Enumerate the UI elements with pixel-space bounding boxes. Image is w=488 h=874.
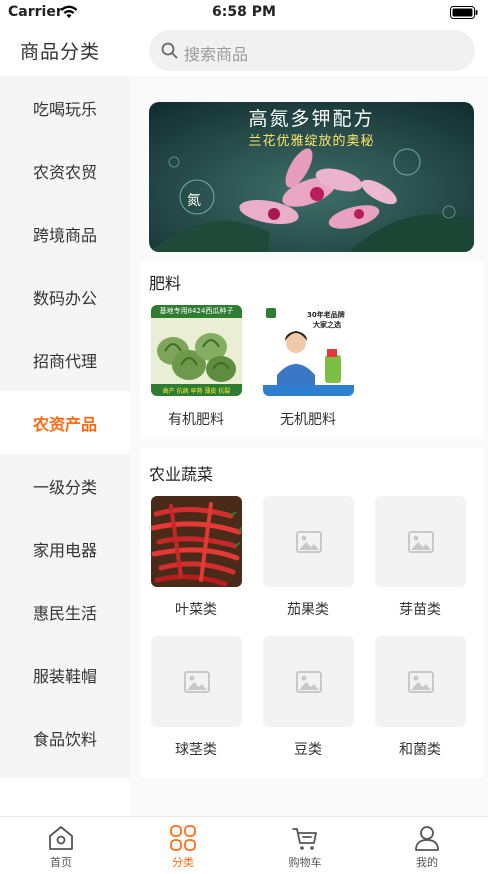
sidebar-item-shumabangong[interactable]: 数码办公 xyxy=(0,265,130,328)
sidebar-item-kuajingshangpin[interactable]: 跨境商品 xyxy=(0,202,130,265)
promo-banner[interactable]: 高氮多钾配方 兰花优雅绽放的奥秘 氮 xyxy=(149,102,474,252)
category-grid-icon xyxy=(170,825,196,851)
sidebar-item-label: 服装鞋帽 xyxy=(32,666,97,686)
image-caption: 30年老品牌 xyxy=(307,311,345,319)
tab-cart[interactable]: 购物车 xyxy=(244,817,366,874)
image-placeholder-icon xyxy=(183,670,210,693)
image-placeholder xyxy=(375,496,466,587)
section-title: 肥料 xyxy=(149,274,182,293)
sidebar-item-fuzhuangxiemao[interactable]: 服装鞋帽 xyxy=(0,643,130,706)
bottom-tab-bar: 首页 分类 购物车 我的 xyxy=(0,816,488,874)
banner-title: 高氮多钾配方 xyxy=(248,108,375,130)
banner-subtitle: 兰花优雅绽放的奥秘 xyxy=(248,134,375,149)
category-tile[interactable]: 和菌类 xyxy=(364,636,476,766)
sidebar-item-yijifenlei[interactable]: 一级分类 xyxy=(0,454,130,517)
red-chili-image xyxy=(151,496,242,587)
tile-label: 球茎类 xyxy=(175,742,217,758)
category-tile[interactable]: 芽苗类 xyxy=(364,496,476,626)
tile-label: 茄果类 xyxy=(287,602,329,618)
search-placeholder: 搜索商品 xyxy=(184,45,249,64)
sidebar-item-nongzichanpin[interactable]: 农资产品 xyxy=(0,391,130,454)
category-tile[interactable]: 基地专用8424西瓜种子 高产 抗病 早熟 薄皮 抗裂 有机肥料 xyxy=(140,305,252,435)
sidebar-item-jiayongdianqi[interactable]: 家用电器 xyxy=(0,517,130,580)
header: 商品分类 搜索商品 xyxy=(0,26,488,76)
user-icon xyxy=(415,826,439,851)
tile-label: 和菌类 xyxy=(399,742,441,758)
sidebar-item-shipinyinliao[interactable]: 食品饮料 xyxy=(0,706,130,769)
sidebar-item-label: 数码办公 xyxy=(32,288,97,308)
search-input[interactable]: 搜索商品 xyxy=(149,30,475,71)
home-icon xyxy=(49,826,73,850)
battery-icon xyxy=(450,6,478,19)
banner-bubble-text: 氮 xyxy=(187,193,201,209)
tab-label: 首页 xyxy=(50,856,72,869)
sidebar-item-label: 食品饮料 xyxy=(32,729,97,749)
category-tile[interactable]: 叶菜类 xyxy=(140,496,252,626)
tile-label: 有机肥料 xyxy=(168,412,224,428)
watermelon-seed-image: 基地专用8424西瓜种子 高产 抗病 早熟 薄皮 抗裂 xyxy=(151,305,242,396)
image-placeholder-icon xyxy=(407,530,434,553)
sidebar-item-label: 农资产品 xyxy=(32,414,97,434)
sidebar-item-label: 农资农贸 xyxy=(32,162,97,182)
tab-profile[interactable]: 我的 xyxy=(366,817,488,874)
category-tile[interactable]: 豆类 xyxy=(252,636,364,766)
image-caption: 基地专用8424西瓜种子 xyxy=(159,307,234,315)
image-placeholder-icon xyxy=(407,670,434,693)
tab-label: 分类 xyxy=(172,856,194,869)
tile-label: 无机肥料 xyxy=(280,412,336,428)
fertilizer-ad-image: 30年老品牌 大家之选 xyxy=(263,305,354,396)
sidebar-item-label: 跨境商品 xyxy=(32,225,97,245)
sidebar-item-huiminshenghuo[interactable]: 惠民生活 xyxy=(0,580,130,643)
category-tile[interactable]: 30年老品牌 大家之选 无机肥料 xyxy=(252,305,364,435)
sidebar-item-chihewanle[interactable]: 吃喝玩乐 xyxy=(0,76,130,139)
image-placeholder xyxy=(151,636,242,727)
tile-label: 豆类 xyxy=(294,742,322,758)
tab-category[interactable]: 分类 xyxy=(122,817,244,874)
sidebar-item-label: 吃喝玩乐 xyxy=(32,99,97,119)
sidebar-item-label: 惠民生活 xyxy=(32,603,97,623)
cart-icon xyxy=(292,828,317,850)
image-placeholder xyxy=(375,636,466,727)
tab-label: 购物车 xyxy=(288,856,322,869)
page-title: 商品分类 xyxy=(20,41,101,63)
sidebar-item-label: 招商代理 xyxy=(32,351,97,371)
category-tile[interactable]: 球茎类 xyxy=(140,636,252,766)
sidebar-item-zhaoshangdaili[interactable]: 招商代理 xyxy=(0,328,130,391)
image-caption: 高产 抗病 早熟 薄皮 抗裂 xyxy=(162,388,231,395)
image-caption: 大家之选 xyxy=(313,321,341,329)
category-content: 高氮多钾配方 兰花优雅绽放的奥秘 氮 肥料 基地专用8424西瓜种子 高产 抗病… xyxy=(130,76,488,816)
image-placeholder-icon xyxy=(295,530,322,553)
image-placeholder xyxy=(263,636,354,727)
category-sidebar: 吃喝玩乐 农资农贸 跨境商品 数码办公 招商代理 农资产品 一级分类 家用电器 … xyxy=(0,76,130,778)
tile-label: 叶菜类 xyxy=(175,602,217,618)
tab-home[interactable]: 首页 xyxy=(0,817,122,874)
image-placeholder xyxy=(263,496,354,587)
category-tile[interactable]: 茄果类 xyxy=(252,496,364,626)
section-title: 农业蔬菜 xyxy=(149,465,214,484)
status-bar: Carrier 6:58 PM xyxy=(0,0,488,26)
section-vegetables: 农业蔬菜 叶菜类 茄果类 芽苗类 球茎类 豆类 和菌类 xyxy=(140,448,484,778)
tab-label: 我的 xyxy=(416,856,438,869)
status-time: 6:58 PM xyxy=(212,4,276,20)
sidebar-item-label: 家用电器 xyxy=(32,540,97,560)
section-fertilizer: 肥料 基地专用8424西瓜种子 高产 抗病 早熟 薄皮 抗裂 有机肥料 30年老… xyxy=(140,261,484,439)
sidebar-item-nongzinongmao[interactable]: 农资农贸 xyxy=(0,139,130,202)
image-placeholder-icon xyxy=(295,670,322,693)
tile-label: 芽苗类 xyxy=(399,602,441,618)
sidebar-item-label: 一级分类 xyxy=(32,477,97,497)
search-icon xyxy=(161,42,178,59)
